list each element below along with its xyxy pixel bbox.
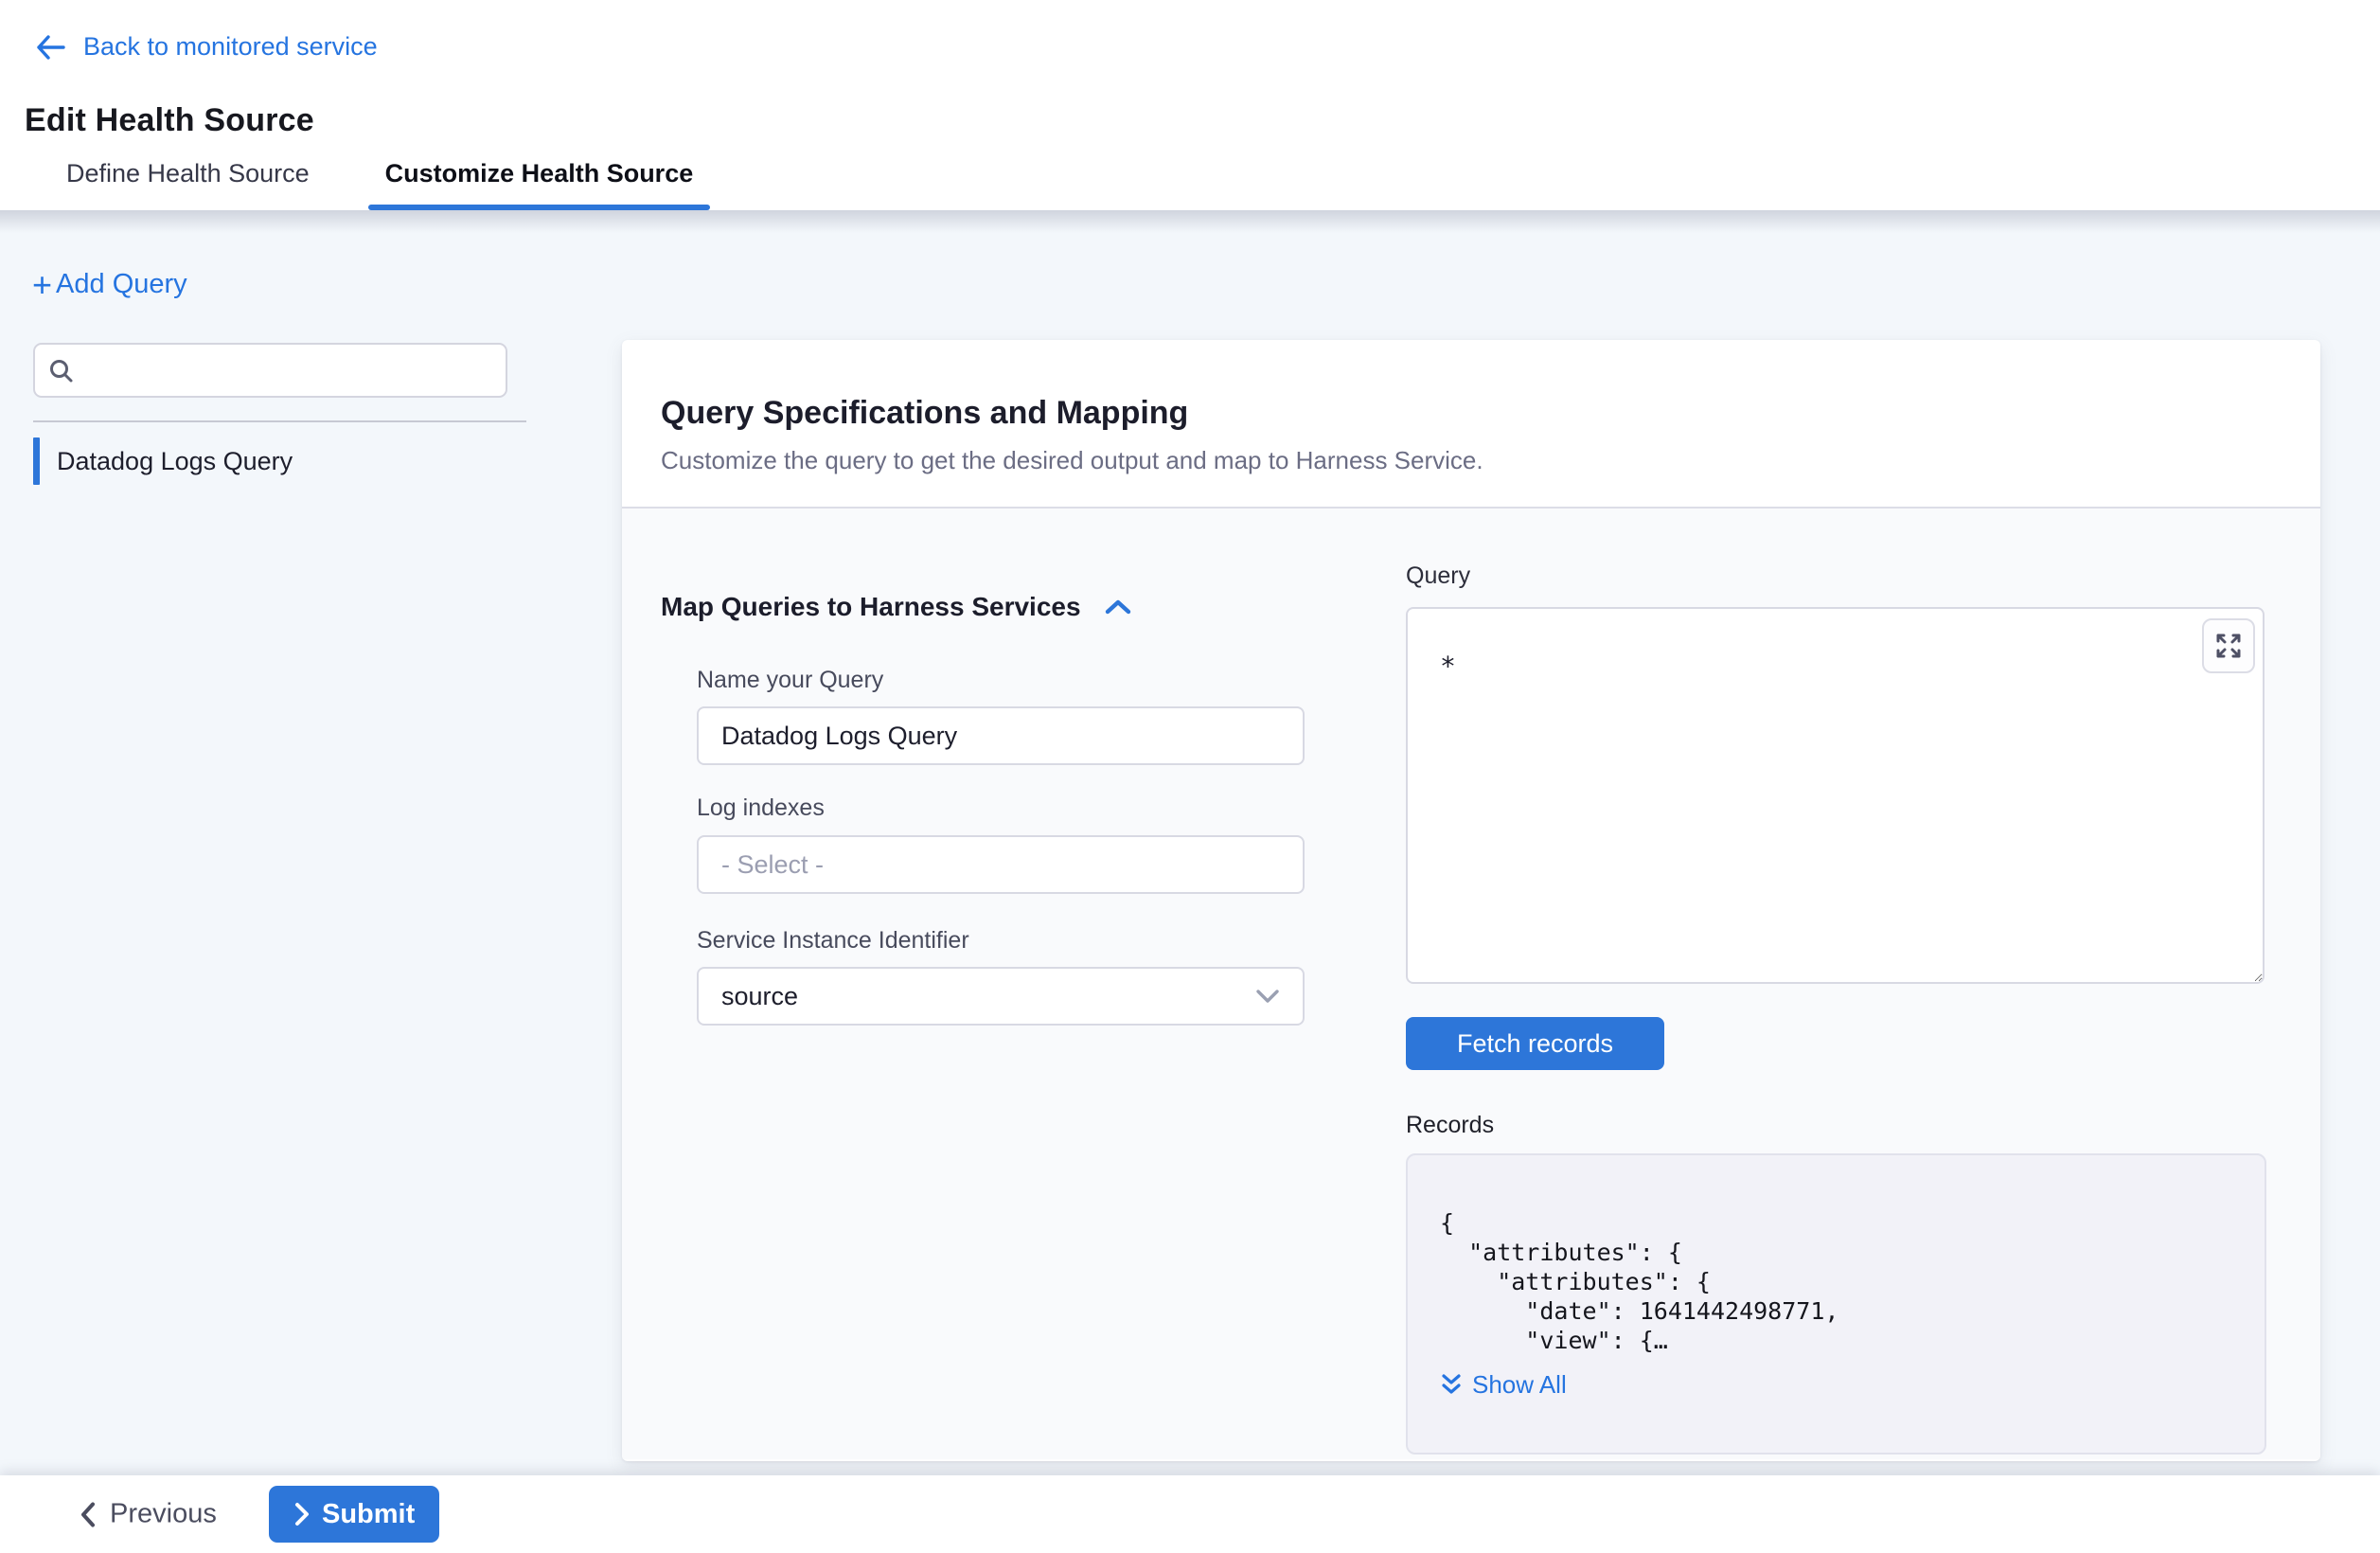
add-query-label: Add Query <box>56 269 187 300</box>
double-chevron-down-icon <box>1440 1372 1463 1399</box>
chevron-left-icon <box>80 1501 97 1527</box>
back-arrow-icon <box>34 33 66 62</box>
log-indexes-select[interactable]: - Select - <box>697 835 1305 894</box>
card-title: Query Specifications and Mapping <box>661 395 2282 432</box>
tab-define-health-source[interactable]: Define Health Source <box>49 136 327 210</box>
fetch-records-button[interactable]: Fetch records <box>1406 1017 1664 1070</box>
map-queries-section-header[interactable]: Map Queries to Harness Services <box>661 592 1132 622</box>
service-instance-identifier-value: source <box>721 982 1255 1011</box>
header-shadow <box>0 210 2380 233</box>
edit-health-source-page: Back to monitored service Edit Health So… <box>0 0 2380 1553</box>
card-header: Query Specifications and Mapping Customi… <box>622 340 2320 509</box>
records-json-line: "attributes": { <box>1440 1238 2232 1267</box>
add-query-button[interactable]: + Add Query <box>32 269 187 300</box>
map-queries-heading: Map Queries to Harness Services <box>661 592 1081 622</box>
log-indexes-label: Log indexes <box>697 794 825 822</box>
plus-icon: + <box>32 271 52 299</box>
expand-icon <box>2213 631 2244 661</box>
card-subtitle: Customize the query to get the desired o… <box>661 446 2282 475</box>
query-specifications-card: Query Specifications and Mapping Customi… <box>622 340 2320 1461</box>
page-title: Edit Health Source <box>25 102 314 139</box>
previous-label: Previous <box>110 1499 217 1530</box>
previous-button[interactable]: Previous <box>80 1499 217 1530</box>
submit-button[interactable]: Submit <box>269 1486 439 1543</box>
query-label: Query <box>1406 562 1470 590</box>
service-instance-identifier-label: Service Instance Identifier <box>697 927 969 955</box>
query-search-box[interactable] <box>33 343 507 398</box>
show-all-link[interactable]: Show All <box>1440 1370 2232 1400</box>
records-json-line: { <box>1440 1208 2232 1238</box>
records-json-line: "date": 1641442498771, <box>1440 1296 2232 1326</box>
page-header: Back to monitored service Edit Health So… <box>0 0 2380 210</box>
search-icon <box>48 358 74 384</box>
query-item-label: Datadog Logs Query <box>57 447 293 476</box>
back-link-label: Back to monitored service <box>83 32 378 62</box>
selected-indicator-bar <box>33 437 40 485</box>
submit-label: Submit <box>322 1499 415 1530</box>
records-panel: { "attributes": { "attributes": { "date"… <box>1406 1153 2266 1455</box>
back-link[interactable]: Back to monitored service <box>34 32 378 62</box>
query-editor-wrap: * <box>1406 607 2265 984</box>
name-query-label: Name your Query <box>697 667 883 694</box>
records-label: Records <box>1406 1112 1494 1139</box>
log-indexes-placeholder: - Select - <box>721 850 1280 880</box>
footer-bar: Previous Submit <box>0 1475 2380 1553</box>
records-json-line: "view": {… <box>1440 1326 2232 1355</box>
tab-bar: Define Health Source Customize Health So… <box>49 136 710 210</box>
query-textarea[interactable]: * <box>1406 607 2265 984</box>
tab-customize-health-source[interactable]: Customize Health Source <box>368 136 711 210</box>
card-body: Map Queries to Harness Services Name you… <box>622 509 2320 1459</box>
service-instance-identifier-select[interactable]: source <box>697 967 1305 1026</box>
chevron-right-icon <box>293 1501 311 1527</box>
chevron-up-icon[interactable] <box>1104 598 1132 616</box>
query-list-item-datadog-logs[interactable]: Datadog Logs Query <box>33 437 526 485</box>
content-area: + Add Query Datadog Logs Query Query Spe… <box>0 210 2380 1475</box>
search-input[interactable] <box>85 356 492 385</box>
expand-query-button[interactable] <box>2202 618 2255 673</box>
show-all-label: Show All <box>1472 1370 1567 1400</box>
query-name-input[interactable] <box>697 706 1305 765</box>
sidebar-divider <box>33 420 526 422</box>
chevron-down-icon <box>1255 989 1280 1005</box>
records-json-line: "attributes": { <box>1440 1267 2232 1296</box>
